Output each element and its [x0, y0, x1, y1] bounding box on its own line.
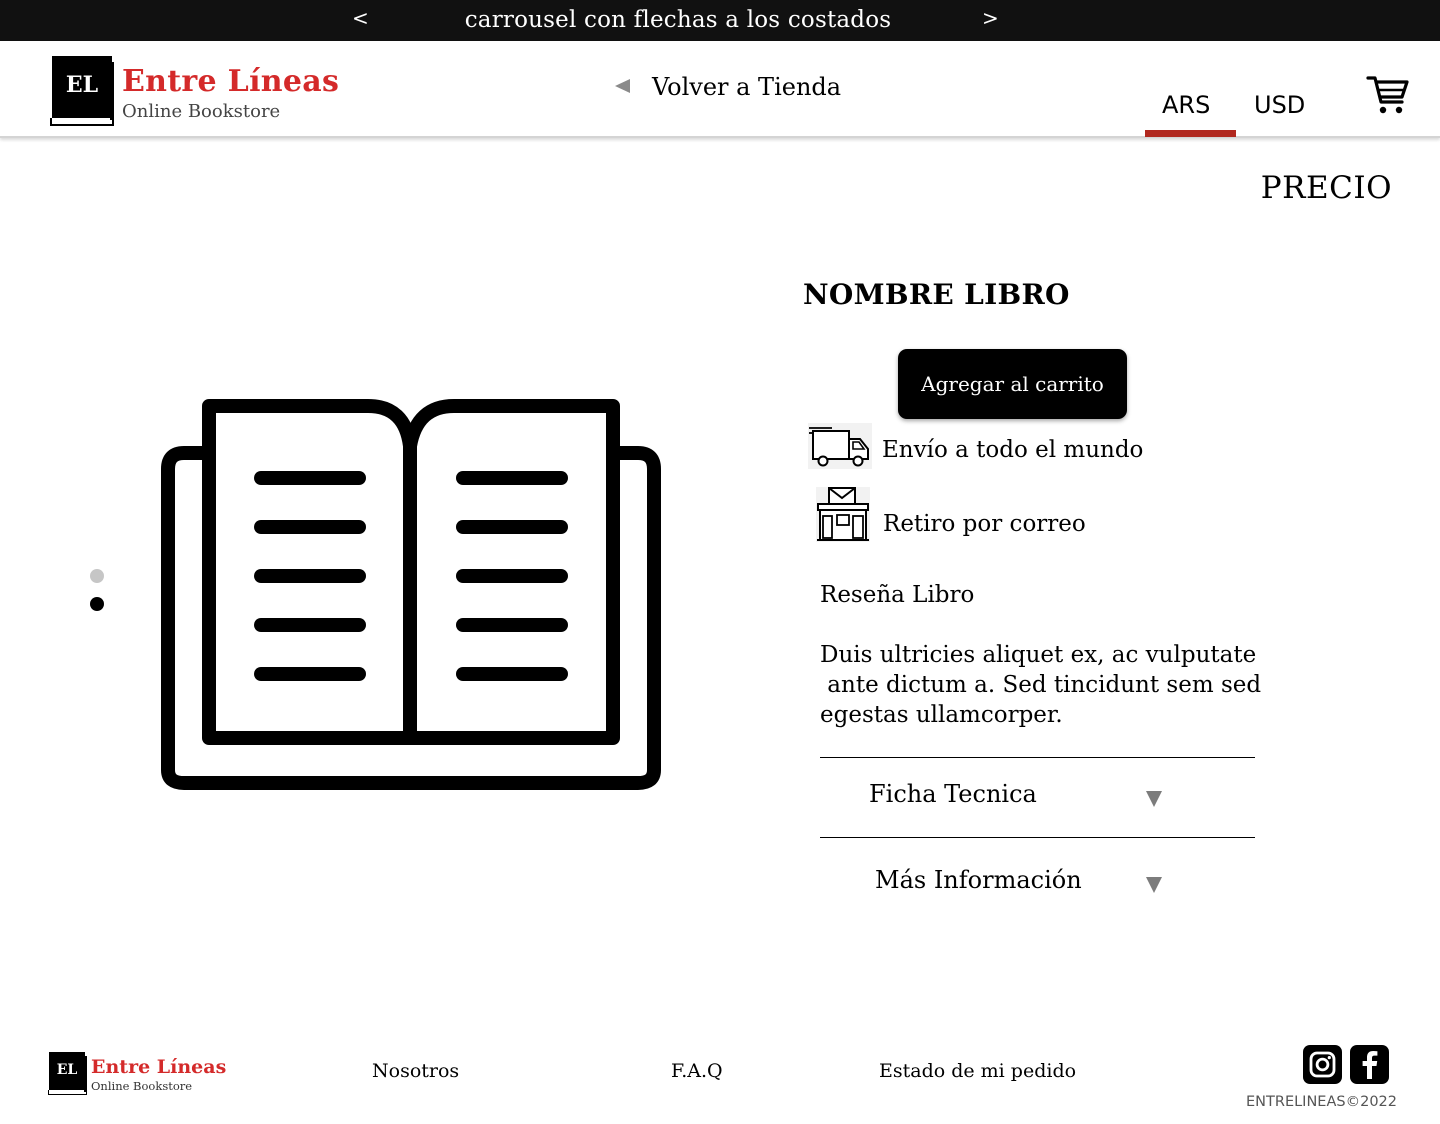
logo-book-icon: EL	[50, 56, 116, 127]
footer-link-faq[interactable]: F.A.Q	[671, 1060, 723, 1082]
logo-title: Entre Líneas	[122, 64, 340, 99]
review-line: egestas ullamcorper.	[820, 702, 1063, 728]
back-to-store-label: Volver a Tienda	[652, 73, 842, 101]
add-to-cart-button[interactable]: Agregar al carrito	[898, 349, 1127, 419]
carousel-text: carrousel con flechas a los costados	[464, 7, 892, 33]
image-slide-dot-2[interactable]	[90, 597, 104, 611]
copyright-text: ENTRELINEAS©2022	[1246, 1094, 1397, 1110]
technical-sheet-label: Ficha Tecnica	[869, 780, 1037, 808]
post-office-icon	[815, 486, 871, 543]
footer-link-about[interactable]: Nosotros	[372, 1060, 459, 1082]
dropdown-arrow-icon	[1146, 877, 1162, 893]
footer-logo-title: Entre Líneas	[91, 1056, 227, 1078]
divider	[820, 837, 1255, 838]
footer-link-order-status[interactable]: Estado de mi pedido	[879, 1060, 1076, 1082]
site-header: EL Entre Líneas Online Bookstore Volver …	[0, 41, 1440, 138]
review-body: Duis ultricies aliquet ex, ac vulputate …	[820, 640, 1262, 730]
delivery-truck-icon	[807, 422, 873, 470]
divider	[820, 757, 1255, 758]
worldwide-shipping-text: Envío a todo el mundo	[882, 437, 1144, 463]
mail-pickup-text: Retiro por correo	[883, 511, 1086, 537]
review-line: Duis ultricies aliquet ex, ac vulputate	[820, 642, 1257, 668]
book-title: NOMBRE LIBRO	[803, 278, 1070, 311]
carousel-next-arrow[interactable]: >	[982, 6, 999, 30]
logo-mark: EL	[52, 56, 112, 118]
more-info-label: Más Información	[875, 866, 1082, 894]
review-title: Reseña Libro	[820, 582, 975, 608]
review-line: ante dictum a. Sed tincidunt sem sed	[820, 672, 1262, 698]
instagram-icon[interactable]	[1303, 1045, 1342, 1084]
footer-logo-subtitle: Online Bookstore	[91, 1079, 193, 1093]
top-carousel-bar: < carrousel con flechas a los costados >	[0, 0, 1440, 41]
more-info-accordion[interactable]: Más Información	[820, 866, 1255, 906]
selected-currency-indicator	[1145, 130, 1236, 137]
currency-ars-tab[interactable]: ARS	[1162, 91, 1210, 119]
dropdown-arrow-icon	[1146, 791, 1162, 807]
open-book-icon	[160, 398, 662, 792]
facebook-icon[interactable]	[1350, 1045, 1389, 1084]
back-arrow-icon	[615, 79, 630, 93]
image-slide-dot-1[interactable]	[90, 569, 104, 583]
footer-logo-mark: EL	[49, 1052, 85, 1090]
shopping-cart-icon[interactable]	[1366, 73, 1410, 117]
technical-sheet-accordion[interactable]: Ficha Tecnica	[820, 780, 1255, 820]
logo-subtitle: Online Bookstore	[122, 101, 281, 122]
product-price: PRECIO	[1260, 170, 1392, 206]
site-logo[interactable]: EL Entre Líneas Online Bookstore	[50, 56, 350, 128]
footer-logo[interactable]: EL Entre Líneas Online Bookstore	[48, 1052, 238, 1098]
currency-usd-tab[interactable]: USD	[1254, 91, 1305, 119]
